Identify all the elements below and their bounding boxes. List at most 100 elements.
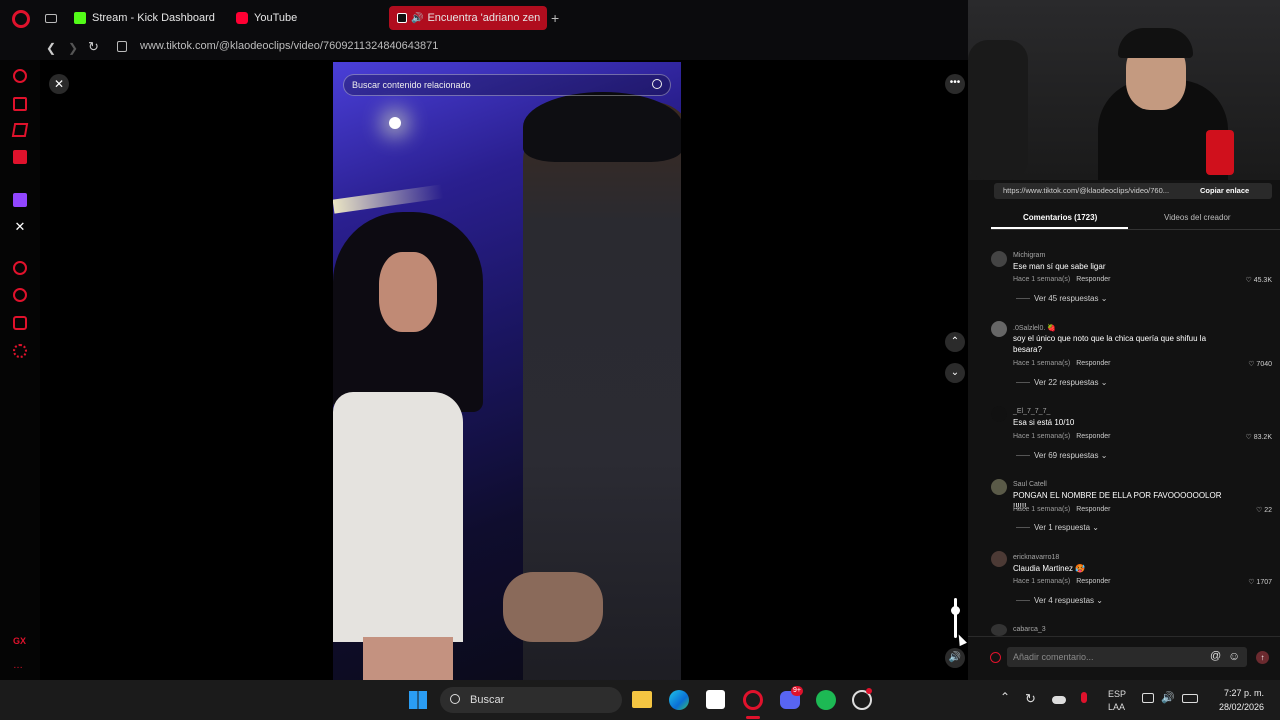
gx-cleaner-icon[interactable] (11, 123, 29, 137)
file-explorer-icon[interactable] (632, 691, 652, 708)
opera-gx-logo-icon[interactable] (12, 10, 30, 28)
comment-username[interactable]: Michigram (1013, 252, 1045, 259)
url-text[interactable]: www.tiktok.com/@klaodeoclips/video/76092… (140, 40, 438, 52)
extensions-icon[interactable] (13, 316, 27, 330)
send-comment-button[interactable]: ↑ (1256, 651, 1269, 664)
battery-icon[interactable] (1182, 694, 1198, 703)
volume-button[interactable]: 🔊 (945, 648, 965, 668)
comment-username[interactable]: .0Salzlel0. 🍓 (1013, 324, 1056, 332)
view-replies-button[interactable]: Ver 69 respuestas ⌄ (1034, 451, 1107, 460)
comment-likes[interactable]: ♡ 45.3K (1245, 276, 1272, 284)
windows-start-icon[interactable] (409, 691, 427, 709)
comment-meta: Hace 1 semana(s) Responder (1013, 360, 1110, 367)
close-video-button[interactable]: ✕ (49, 74, 69, 94)
comment-likes[interactable]: ♡ 7040 (1248, 360, 1272, 368)
copy-link-button[interactable]: Copiar enlace (1200, 186, 1249, 195)
search-icon[interactable] (652, 79, 662, 89)
volume-icon[interactable]: 🔊 (1161, 691, 1175, 704)
speed-dial-icon[interactable] (13, 69, 27, 83)
comment-time: Hace 1 semana(s) (1013, 506, 1071, 513)
tab-label: YouTube (254, 12, 298, 24)
new-tab-button[interactable]: + (551, 10, 559, 26)
microphone-icon[interactable] (1081, 692, 1087, 703)
player-icon[interactable] (13, 261, 27, 275)
chevron-down-icon: ⌄ (1096, 596, 1103, 605)
emoji-icon[interactable]: ☺ (1228, 649, 1240, 663)
volume-slider-knob[interactable] (951, 606, 960, 615)
clock-time[interactable]: 7:27 p. m. (1222, 688, 1264, 698)
back-icon[interactable]: ❮ (46, 41, 56, 55)
previous-video-button[interactable]: ⌃ (945, 332, 965, 352)
taskbar: Buscar 9+ ⌃ ↻ ESP LAA 🔊 7:27 p. m. 28/02… (0, 680, 1280, 720)
forward-icon[interactable]: ❯ (68, 41, 78, 55)
reply-line (1016, 600, 1030, 601)
microsoft-store-icon[interactable] (706, 690, 725, 709)
view-replies-button[interactable]: Ver 1 respuesta ⌄ (1034, 523, 1099, 532)
comment-username[interactable]: cabarca_3 (1013, 626, 1046, 633)
chevron-up-icon[interactable]: ⌃ (1000, 690, 1010, 704)
view-replies-button[interactable]: Ver 45 respuestas ⌄ (1034, 294, 1107, 303)
comment-likes[interactable]: ♡ 1707 (1248, 578, 1272, 586)
avatar[interactable] (991, 624, 1007, 636)
language-top[interactable]: ESP (1108, 689, 1126, 699)
gx-mail-icon[interactable] (13, 150, 27, 164)
avatar[interactable] (991, 321, 1007, 337)
spotify-icon[interactable] (816, 690, 836, 710)
lock-icon[interactable] (117, 41, 127, 52)
clock-date[interactable]: 28/02/2026 (1210, 702, 1264, 712)
tab-kick-dashboard[interactable]: Stream - Kick Dashboard (74, 6, 224, 30)
speaker-icon[interactable]: 🔊 (411, 13, 423, 24)
avatar[interactable] (991, 406, 1007, 422)
tab-tiktok-active[interactable]: 🔊 Encuentra 'adriano zen (389, 6, 547, 30)
avatar[interactable] (991, 251, 1007, 267)
cloud-icon[interactable] (1052, 696, 1066, 704)
comment-input-placeholder: Añadir comentario... (1013, 652, 1094, 662)
view-replies-label: Ver 1 respuesta (1034, 523, 1091, 532)
volume-slider[interactable] (954, 598, 957, 638)
reload-icon[interactable]: ↻ (88, 39, 99, 55)
language-bottom[interactable]: LAA (1108, 702, 1125, 712)
red-cup (1206, 130, 1234, 175)
comment-likes[interactable]: ♡ 22 (1256, 506, 1272, 514)
more-options-button[interactable]: ••• (945, 74, 965, 94)
avatar[interactable] (991, 551, 1007, 567)
sync-icon[interactable]: ↻ (1025, 691, 1036, 707)
tab-creator-videos[interactable]: Videos del creador (1164, 213, 1231, 222)
comment-meta: Hace 1 semana(s) Responder (1013, 433, 1110, 440)
more-icon[interactable]: … (13, 660, 23, 671)
comment-meta: Hace 1 semana(s) Responder (1013, 506, 1110, 513)
tab-comments[interactable]: Comentarios (1723) (1023, 213, 1097, 222)
twitch-icon[interactable] (13, 193, 27, 207)
mention-icon[interactable]: @ (1210, 650, 1221, 662)
comment-likes[interactable]: ♡ 83.2K (1245, 433, 1272, 441)
reply-button[interactable]: Responder (1076, 360, 1110, 367)
link-box-url[interactable]: https://www.tiktok.com/@klaodeoclips/vid… (1003, 186, 1169, 195)
reply-button[interactable]: Responder (1076, 578, 1110, 585)
reply-button[interactable]: Responder (1076, 506, 1110, 513)
x-twitter-icon[interactable]: ✕ (13, 220, 27, 234)
gx-label[interactable]: GX (13, 636, 26, 646)
taskbar-search-box[interactable]: Buscar (440, 687, 622, 713)
edge-icon[interactable] (669, 690, 689, 710)
avatar[interactable] (991, 479, 1007, 495)
chevron-down-icon: ⌄ (950, 367, 960, 378)
settings-gear-icon[interactable] (13, 344, 27, 358)
comment-input[interactable]: Añadir comentario... @ ☺ (1007, 647, 1247, 667)
opera-gx-taskbar-icon[interactable] (743, 690, 763, 710)
related-search-bar[interactable]: Buscar contenido relacionado (343, 74, 671, 96)
view-replies-button[interactable]: Ver 4 respuestas ⌄ (1034, 596, 1103, 605)
reply-button[interactable]: Responder (1076, 276, 1110, 283)
comment-username[interactable]: Saul Catell (1013, 481, 1047, 488)
video-player[interactable] (333, 62, 681, 680)
tab-manager-icon[interactable] (45, 14, 57, 23)
reply-button[interactable]: Responder (1076, 433, 1110, 440)
display-icon[interactable] (1142, 693, 1154, 703)
tab-youtube[interactable]: YouTube (236, 6, 356, 30)
history-icon[interactable] (13, 288, 27, 302)
view-replies-button[interactable]: Ver 22 respuestas ⌄ (1034, 378, 1107, 387)
gx-control-icon[interactable] (13, 97, 27, 111)
comment-username[interactable]: ericknavarro18 (1013, 554, 1059, 561)
reply-line (1016, 298, 1030, 299)
comment-username[interactable]: _El_7_7_7_ (1013, 408, 1050, 415)
next-video-button[interactable]: ⌄ (945, 363, 965, 383)
